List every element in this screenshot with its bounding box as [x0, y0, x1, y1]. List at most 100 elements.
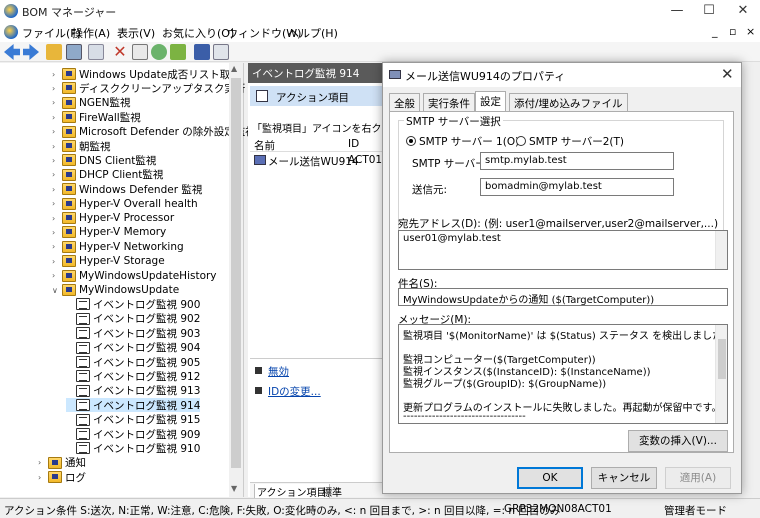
tree-item[interactable]: › Windows Update成否リスト取得	[52, 67, 241, 81]
menu-view[interactable]: 表示(V)	[117, 25, 155, 41]
cancel-button[interactable]: キャンセル	[591, 467, 657, 489]
tree-item[interactable]: › 通知	[38, 456, 86, 470]
folder-up-icon[interactable]	[46, 44, 62, 60]
chevron-right-icon[interactable]: ›	[38, 458, 48, 467]
tree-item[interactable]: › Hyper-V Memory	[52, 225, 166, 239]
properties-icon[interactable]	[132, 44, 148, 60]
child-close-button[interactable]: ×	[746, 25, 755, 38]
apply-button[interactable]: 適用(A)	[665, 467, 731, 489]
chevron-right-icon[interactable]: ›	[52, 170, 62, 179]
chevron-right-icon[interactable]: ›	[52, 257, 62, 266]
chevron-down-icon[interactable]: ∨	[52, 286, 62, 295]
scroll-down-icon[interactable]: ▼	[231, 484, 237, 493]
message-scrollbar-thumb[interactable]	[718, 339, 726, 379]
column-header-id[interactable]: ID	[348, 138, 359, 150]
smtp-server2-radio[interactable]: SMTP サーバー2(T)	[516, 134, 624, 149]
chevron-right-icon[interactable]: ›	[52, 113, 62, 122]
menu-app-icon[interactable]	[4, 25, 18, 39]
tree-item[interactable]: › DHCP Client監視	[52, 168, 163, 182]
chevron-right-icon[interactable]: ›	[52, 70, 62, 79]
tree-item[interactable]: › MyWindowsUpdateHistory	[52, 269, 217, 283]
chevron-right-icon[interactable]: ›	[52, 98, 62, 107]
tree-item[interactable]: イベントログ監視 915	[66, 413, 200, 427]
tree-item[interactable]: イベントログ監視 900	[66, 297, 200, 311]
tab-general[interactable]: 全般	[389, 93, 420, 111]
tree-item[interactable]: › DNS Client監視	[52, 153, 156, 167]
chevron-right-icon[interactable]: ›	[52, 199, 62, 208]
tree-item[interactable]: イベントログ監視 910	[66, 441, 200, 455]
close-window-button[interactable]: ✕	[726, 0, 760, 22]
tree-item[interactable]: › Hyper-V Overall health	[52, 197, 198, 211]
chevron-right-icon[interactable]: ›	[52, 271, 62, 280]
back-icon[interactable]	[4, 44, 20, 60]
disable-link[interactable]: 無効	[268, 364, 289, 379]
tree-item[interactable]: › Hyper-V Storage	[52, 254, 165, 268]
chevron-right-icon[interactable]: ›	[52, 228, 62, 237]
chevron-right-icon[interactable]: ›	[52, 84, 62, 93]
chevron-right-icon[interactable]: ›	[38, 473, 48, 482]
tree-item[interactable]: › ログ	[38, 470, 86, 484]
chevron-right-icon[interactable]: ›	[52, 185, 62, 194]
minimize-button[interactable]: —	[660, 0, 694, 22]
tree-item[interactable]: イベントログ監視 903	[66, 326, 200, 340]
refresh-icon[interactable]	[151, 44, 167, 60]
tree-scrollbar-thumb[interactable]	[231, 78, 241, 468]
forward-icon[interactable]	[23, 44, 39, 60]
show-tree-icon[interactable]	[66, 44, 82, 60]
recipients-textarea[interactable]: user01@mylab.test	[398, 230, 728, 270]
chevron-right-icon[interactable]: ›	[52, 156, 62, 165]
column-header-name[interactable]: 名前	[254, 138, 275, 153]
smtp-server-input[interactable]: smtp.mylab.test	[480, 152, 674, 170]
chevron-right-icon[interactable]: ›	[52, 242, 62, 251]
tree-item[interactable]: › 朝監視	[52, 139, 111, 153]
subject-input[interactable]: MyWindowsUpdateからの通知 ($(TargetComputer))	[398, 288, 728, 306]
view-icon[interactable]	[213, 44, 229, 60]
tree-item[interactable]: › FireWall監視	[52, 110, 141, 124]
menu-action[interactable]: 操作(A)	[72, 25, 110, 41]
chevron-right-icon[interactable]: ›	[52, 214, 62, 223]
child-restore-button[interactable]: ▫	[729, 25, 736, 38]
dialog-close-icon[interactable]: ✕	[721, 65, 734, 83]
tree-item[interactable]: ∨ MyWindowsUpdate	[52, 283, 179, 297]
smtp-server-label: SMTP サーバー:	[412, 158, 490, 170]
tree-item[interactable]: イベントログ監視 904	[66, 341, 200, 355]
tab-attachments[interactable]: 添付/埋め込みファイル	[509, 93, 628, 111]
child-minimize-button[interactable]: _	[712, 25, 718, 38]
tab-standard[interactable]: 標準	[322, 484, 342, 499]
chevron-right-icon[interactable]: ›	[52, 127, 62, 136]
scroll-up-icon[interactable]: ▲	[231, 64, 237, 73]
export-icon[interactable]	[170, 44, 186, 60]
properties-dialog: メール送信WU914のプロパティ ✕ 全般 実行条件 設定 添付/埋め込みファイ…	[382, 62, 742, 494]
tree-item[interactable]: イベントログ監視 913	[66, 384, 200, 398]
tree-item[interactable]: イベントログ監視 914	[66, 398, 201, 413]
message-scrollbar[interactable]	[715, 325, 727, 423]
tree-item[interactable]: › ディスククリーンアップタスク実行	[52, 81, 245, 95]
action-row[interactable]: メール送信WU914 ACT01	[250, 153, 384, 168]
tree-item[interactable]: › Hyper-V Networking	[52, 240, 184, 254]
tab-settings[interactable]: 設定	[475, 91, 506, 112]
delete-icon[interactable]: ✕	[112, 44, 128, 60]
tree-item[interactable]: イベントログ監視 912	[66, 369, 200, 383]
tree-item[interactable]: › Microsoft Defender の除外設定監視	[52, 125, 256, 139]
menu-help[interactable]: ヘルプ(H)	[288, 25, 338, 41]
maximize-button[interactable]: ☐	[692, 0, 726, 22]
from-input[interactable]: bomadmin@mylab.test	[480, 178, 674, 196]
help-icon[interactable]	[194, 44, 210, 60]
menu-favorites[interactable]: お気に入り(O)	[162, 25, 234, 41]
tree-item[interactable]: イベントログ監視 905	[66, 355, 200, 369]
tree-item[interactable]: イベントログ監視 902	[66, 312, 200, 326]
smtp-server1-radio[interactable]: SMTP サーバー 1(O)	[406, 134, 519, 149]
ok-button[interactable]: OK	[517, 467, 583, 489]
tree-item[interactable]: › NGEN監視	[52, 96, 130, 110]
tree-item[interactable]: › Hyper-V Processor	[52, 211, 174, 225]
insert-variable-button[interactable]: 変数の挿入(V)...	[628, 430, 728, 452]
chevron-right-icon[interactable]: ›	[52, 142, 62, 151]
tree-item[interactable]: › Windows Defender 監視	[52, 182, 202, 196]
smtp-group-label: SMTP サーバー選択	[404, 114, 503, 129]
copy-icon[interactable]	[88, 44, 104, 60]
tree-item[interactable]: イベントログ監視 909	[66, 427, 200, 441]
message-textarea[interactable]: 監視項目 '$(MonitorName)' は $(Status) ステータス …	[398, 324, 728, 424]
change-id-link[interactable]: IDの変更...	[268, 384, 321, 399]
tab-conditions[interactable]: 実行条件	[423, 93, 475, 111]
recipients-scrollbar[interactable]	[715, 231, 727, 269]
